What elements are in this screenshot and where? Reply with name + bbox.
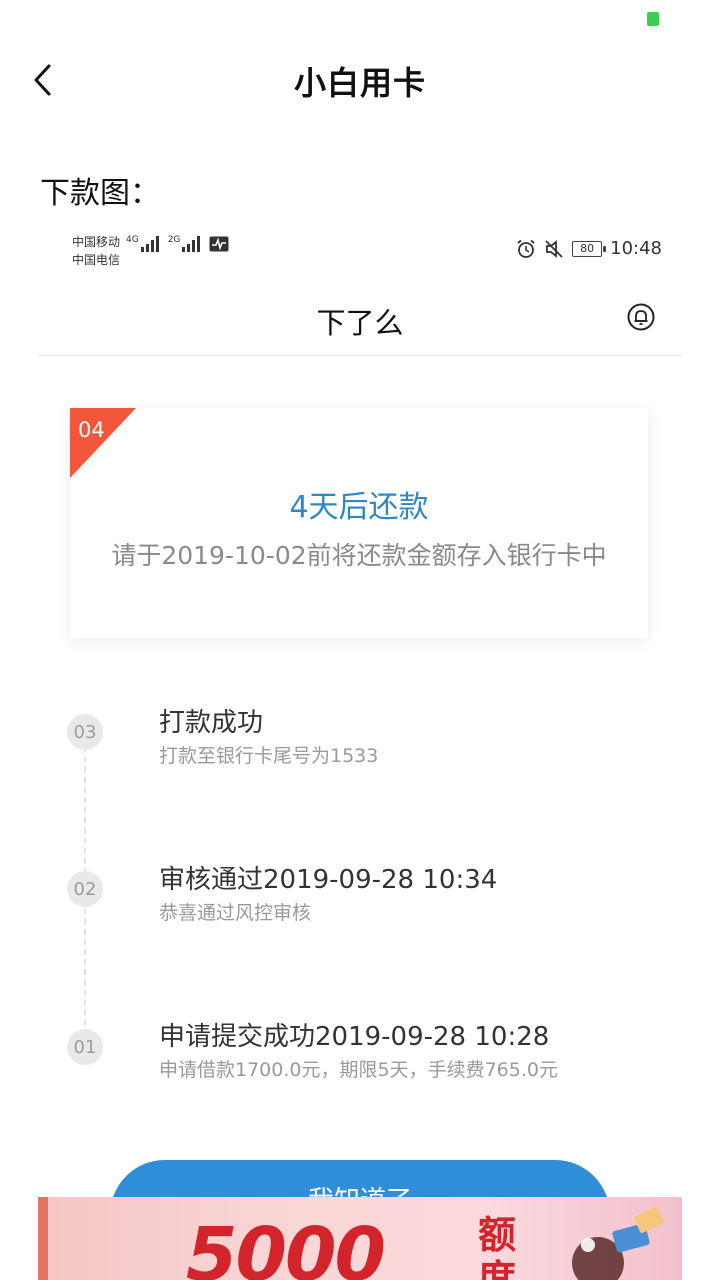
carrier-labels: 中国移动 中国电信 — [72, 233, 120, 269]
status-right: 80 10:48 — [516, 238, 662, 259]
ad-banner[interactable]: 5000 额度 — [38, 1197, 682, 1280]
timeline-subtitle: 打款至银行卡尾号为1533 — [159, 745, 379, 767]
timeline-subtitle: 申请借款1700.0元，期限5天，手续费765.0元 — [159, 1059, 558, 1081]
timeline-badge: 03 — [67, 714, 103, 750]
corner-number: 04 — [78, 418, 105, 442]
timeline-badge: 01 — [67, 1029, 103, 1065]
header-divider — [38, 355, 682, 356]
timeline-title: 审核通过2019-09-28 10:34 — [159, 865, 498, 895]
status-indicator — [647, 12, 659, 26]
banner-edge — [38, 1197, 48, 1280]
timeline-subtitle: 恭喜通过风控审核 — [159, 902, 312, 924]
banner-text: 额度 — [478, 1213, 517, 1280]
network-type-1: 4G — [126, 235, 139, 245]
inner-page-title: 下了么 — [316, 306, 404, 340]
timeline-title: 申请提交成功2019-09-28 10:28 — [159, 1022, 550, 1052]
signal-icon — [140, 236, 159, 252]
signal-indicators: 4G 2G — [126, 236, 229, 252]
timeline-badge: 02 — [67, 871, 103, 907]
notification-button[interactable] — [626, 302, 656, 332]
carrier-1: 中国移动 — [72, 235, 121, 249]
section-label: 下款图： — [40, 176, 160, 211]
banner-illustration — [572, 1207, 664, 1280]
bell-icon — [627, 303, 655, 331]
due-title: 4天后还款 — [289, 490, 429, 525]
mute-icon — [545, 239, 563, 258]
loan-screenshot: 中国移动 中国电信 4G 2G 80 10:48 下了么 04 4天后还款 请于… — [38, 224, 682, 1280]
carrier-2: 中国电信 — [72, 253, 121, 267]
due-description: 请于2019-10-02前将还款金额存入银行卡中 — [111, 541, 607, 570]
network-type-2: 2G — [167, 235, 181, 245]
repayment-card: 04 4天后还款 请于2019-10-02前将还款金额存入银行卡中 — [70, 408, 648, 638]
banner-amount: 5000 — [186, 1212, 386, 1280]
status-time: 10:48 — [610, 238, 662, 259]
page-title: 小白用卡 — [293, 64, 426, 102]
alarm-icon — [517, 239, 535, 258]
timeline-title: 打款成功 — [159, 708, 264, 738]
battery-icon: 80 — [572, 240, 607, 257]
activity-icon — [209, 236, 229, 252]
signal-icon — [182, 236, 201, 252]
